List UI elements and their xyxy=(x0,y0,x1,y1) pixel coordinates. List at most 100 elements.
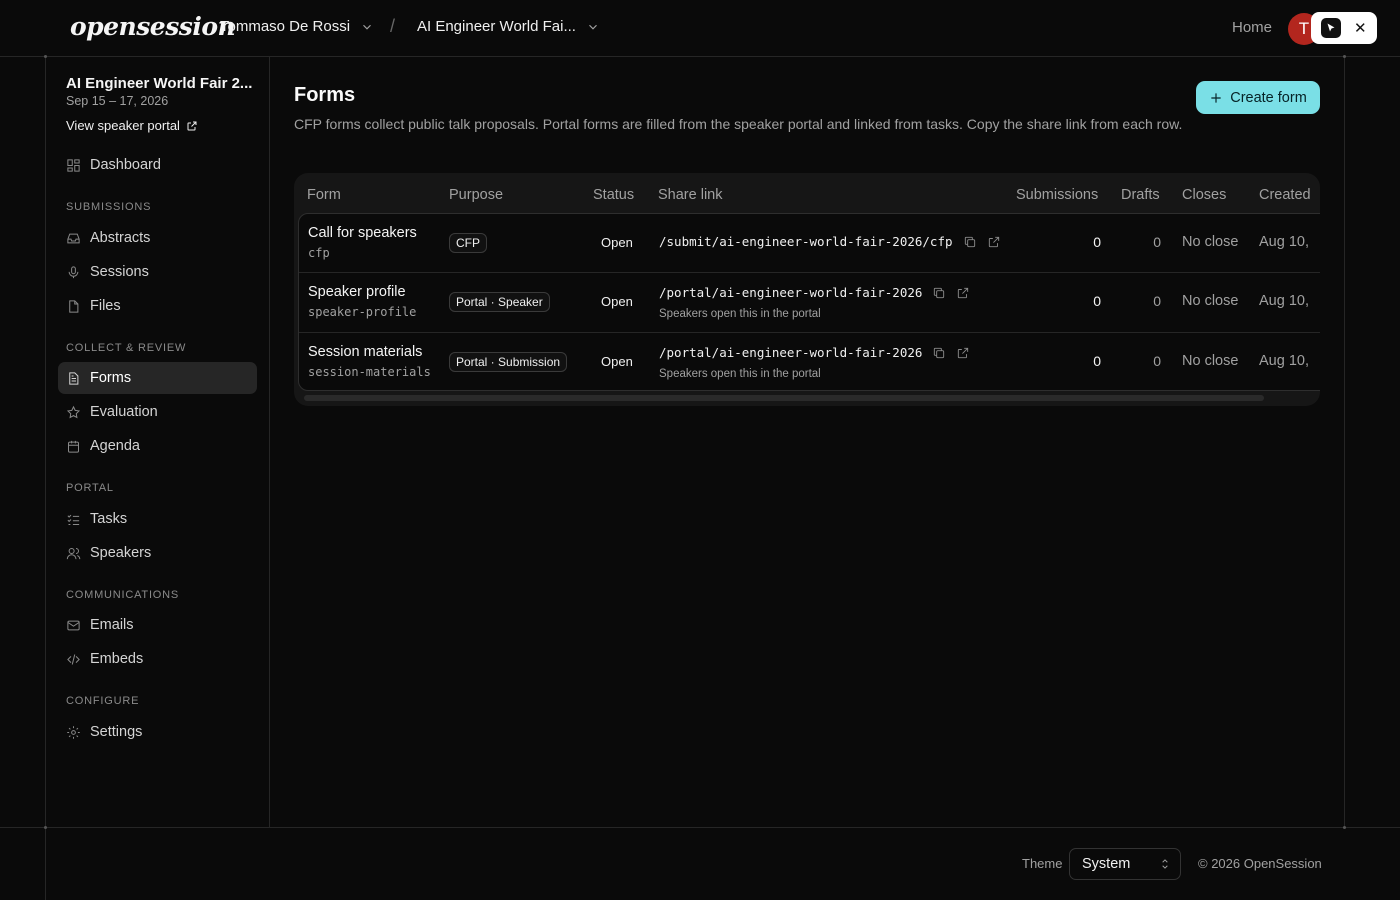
form-name[interactable]: Speaker profile xyxy=(308,284,406,300)
drafts-count: 0 xyxy=(1153,293,1161,309)
column-header-created[interactable]: Created xyxy=(1259,187,1311,203)
file-icon xyxy=(69,299,79,313)
sidebar-item-embeds[interactable]: Embeds xyxy=(58,643,257,675)
external-link-icon[interactable] xyxy=(956,286,970,300)
share-link-url: /portal/ai-engineer-world-fair-2026 xyxy=(659,345,923,360)
column-header-form[interactable]: Form xyxy=(307,187,341,203)
mail-icon xyxy=(67,620,80,630)
sidebar-item-label: Dashboard xyxy=(90,157,161,173)
column-header-submissions[interactable]: Submissions xyxy=(1016,187,1098,203)
closes-value: No close xyxy=(1182,353,1239,369)
form-name[interactable]: Call for speakers xyxy=(308,225,417,241)
microphone-icon xyxy=(68,265,79,278)
sidebar-item-label: Evaluation xyxy=(90,404,158,420)
purpose-badge: Portal · Speaker xyxy=(449,292,550,312)
sidebar-item-label: Settings xyxy=(90,724,143,740)
sidebar-item-dashboard[interactable]: Dashboard xyxy=(58,149,257,181)
table-row[interactable]: Speaker profile speaker-profile Portal ·… xyxy=(299,273,1320,333)
sidebar-item-forms[interactable]: Forms xyxy=(58,362,257,394)
purpose-badge-wrap: CFP xyxy=(449,233,487,253)
column-header-share-link[interactable]: Share link xyxy=(658,187,722,203)
forms-table: Form Purpose Status Share link Submissio… xyxy=(294,173,1320,406)
frame-dot xyxy=(1343,55,1346,58)
sidebar-item-emails[interactable]: Emails xyxy=(58,609,257,641)
dashboard-icon xyxy=(67,158,80,172)
copyright: © 2026 OpenSession xyxy=(1198,856,1322,871)
speaker-portal-label: View speaker portal xyxy=(66,118,180,133)
nav-section-configure: CONFIGURE xyxy=(66,695,140,707)
drafts-count: 0 xyxy=(1153,353,1161,369)
top-bar: opensession Tommaso De Rossi / AI Engine… xyxy=(0,0,1400,57)
theme-label: Theme xyxy=(1022,856,1063,871)
copy-icon[interactable] xyxy=(932,346,946,360)
nav-section-communications: COMMUNICATIONS xyxy=(66,589,180,601)
page-title: Forms xyxy=(294,84,356,106)
status-text: Open xyxy=(601,294,633,309)
closes-value: No close xyxy=(1182,293,1239,309)
sidebar-item-label: Speakers xyxy=(90,545,152,561)
create-form-button[interactable]: Create form xyxy=(1196,81,1320,114)
breadcrumb-separator: / xyxy=(390,16,396,36)
sidebar-item-abstracts[interactable]: Abstracts xyxy=(58,222,257,254)
table-row[interactable]: Call for speakers cfp CFP Open /submit/a… xyxy=(299,214,1320,273)
event-switcher[interactable]: AI Engineer World Fai... xyxy=(417,18,600,35)
sidebar-item-sessions[interactable]: Sessions xyxy=(58,256,257,288)
drafts-count: 0 xyxy=(1153,234,1161,250)
column-header-status[interactable]: Status xyxy=(593,187,634,203)
purpose-badge-wrap: Portal · Speaker xyxy=(449,292,550,312)
home-link[interactable]: Home xyxy=(1232,19,1272,36)
theme-select[interactable]: System xyxy=(1069,848,1181,880)
status-text: Open xyxy=(601,354,633,369)
table-row[interactable]: Session materials session-materials Port… xyxy=(299,333,1320,392)
purpose-badge: CFP xyxy=(449,233,487,253)
sidebar-item-speakers[interactable]: Speakers xyxy=(58,537,257,569)
closes-value: No close xyxy=(1182,234,1239,250)
user-name: Tommaso De Rossi xyxy=(220,18,351,35)
status-text: Open xyxy=(601,235,633,250)
sidebar-item-files[interactable]: Files xyxy=(58,290,257,322)
sidebar-item-tasks[interactable]: Tasks xyxy=(58,503,257,535)
column-header-closes[interactable]: Closes xyxy=(1182,187,1226,203)
close-icon[interactable]: ✕ xyxy=(1354,19,1367,37)
sidebar-item-settings[interactable]: Settings xyxy=(58,716,257,748)
chevron-up-down-icon xyxy=(1162,859,1168,869)
form-name[interactable]: Session materials xyxy=(308,344,422,360)
frame-dot xyxy=(1343,826,1346,829)
frame-line-right xyxy=(1344,57,1345,827)
sidebar-item-label: Agenda xyxy=(90,438,140,454)
purpose-badge: Portal · Submission xyxy=(449,352,568,372)
user-switcher[interactable]: Tommaso De Rossi xyxy=(220,18,374,35)
sidebar-item-label: Emails xyxy=(90,617,134,633)
external-link-icon[interactable] xyxy=(956,346,970,360)
form-icon xyxy=(69,371,79,385)
gear-icon xyxy=(67,725,80,739)
form-slug: speaker-profile xyxy=(308,305,417,319)
calendar-icon xyxy=(68,440,79,453)
checklist-icon xyxy=(67,514,80,525)
floating-toolbar: ✕ xyxy=(1311,12,1377,44)
logo[interactable]: opensession xyxy=(70,12,236,41)
share-link-url: /submit/ai-engineer-world-fair-2026/cfp xyxy=(659,234,953,249)
inbox-icon xyxy=(67,233,80,243)
column-header-drafts[interactable]: Drafts xyxy=(1121,187,1160,203)
speaker-portal-link[interactable]: View speaker portal xyxy=(66,118,198,133)
cursor-tool-button[interactable] xyxy=(1321,18,1342,38)
horizontal-scrollbar[interactable] xyxy=(304,395,1264,401)
sidebar-item-evaluation[interactable]: Evaluation xyxy=(58,396,257,428)
column-header-purpose[interactable]: Purpose xyxy=(449,187,503,203)
external-link-icon xyxy=(187,121,197,130)
chevron-down-icon xyxy=(589,24,597,30)
copy-icon[interactable] xyxy=(932,286,946,300)
sidebar-item-label: Abstracts xyxy=(90,230,151,246)
form-slug: cfp xyxy=(308,246,330,260)
event-title: AI Engineer World Fair 2... xyxy=(66,75,253,92)
external-link-icon[interactable] xyxy=(987,235,1001,249)
share-link-note: Speakers open this in the portal xyxy=(659,308,821,320)
create-form-label: Create form xyxy=(1230,89,1307,106)
sidebar-item-label: Sessions xyxy=(90,264,149,280)
copy-icon[interactable] xyxy=(963,235,977,249)
plus-icon xyxy=(1211,92,1221,103)
sidebar-item-agenda[interactable]: Agenda xyxy=(58,430,257,462)
table-body: Call for speakers cfp CFP Open /submit/a… xyxy=(298,213,1320,391)
share-link-url: /portal/ai-engineer-world-fair-2026 xyxy=(659,285,923,300)
